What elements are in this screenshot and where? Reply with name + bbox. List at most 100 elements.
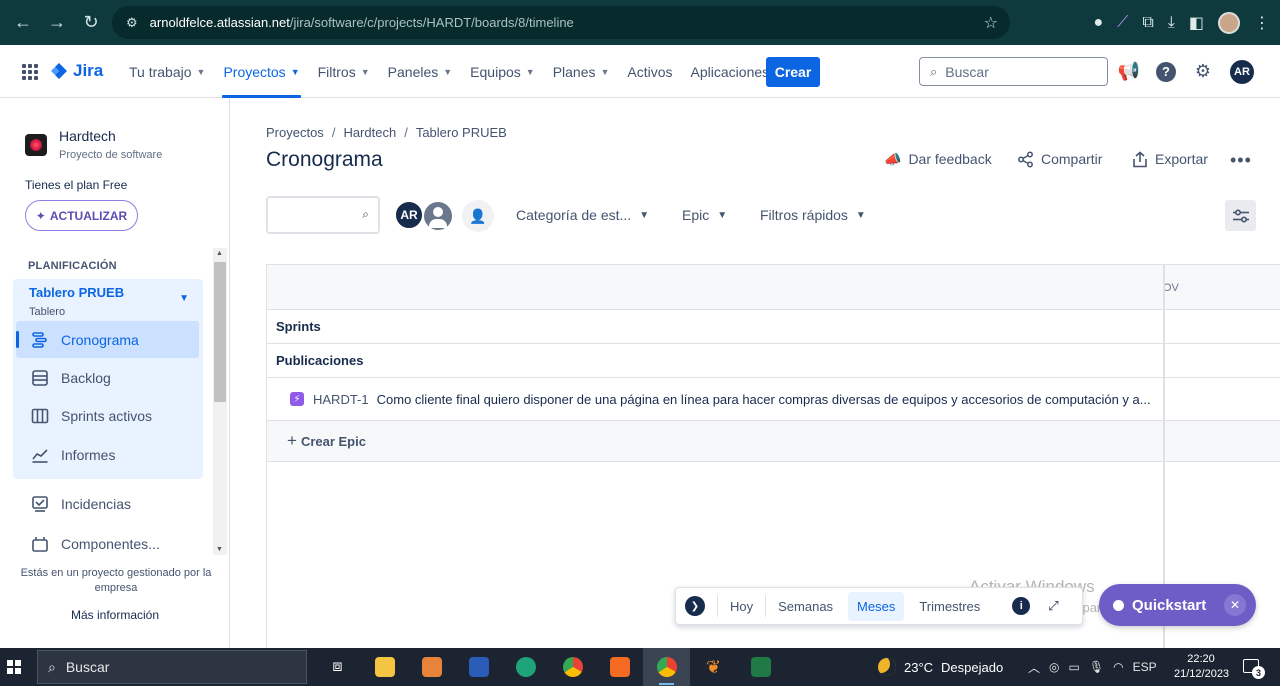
page-title: Cronograma [266, 148, 383, 171]
edge-icon[interactable] [502, 648, 549, 686]
task-view-icon[interactable]: ⧈ [314, 648, 361, 686]
extension-icon[interactable]: ● [1093, 14, 1103, 32]
issue-key[interactable]: HARDT-1 [313, 392, 369, 407]
sidebar-item-informes[interactable]: Informes [16, 436, 199, 473]
feather-extension-icon[interactable]: ⟋ [1117, 14, 1128, 32]
add-people-icon[interactable]: 👤 [462, 200, 494, 232]
info-icon[interactable]: i [1012, 597, 1031, 615]
scroll-down-icon[interactable]: ▼ [216, 546, 223, 553]
forward-icon[interactable]: → [40, 12, 74, 33]
language-indicator[interactable]: ESP [1133, 660, 1157, 674]
releases-row[interactable]: Publicaciones [267, 344, 1280, 378]
feedback-button[interactable]: 📣 Dar feedback [884, 148, 992, 170]
chevron-up-icon[interactable]: ︿ [1028, 659, 1040, 676]
nav-tu-trabajo[interactable]: Tu trabajo ▼ [120, 45, 214, 98]
chevron-right-icon[interactable]: ❯ [685, 596, 705, 616]
close-icon[interactable]: ✕ [1224, 594, 1246, 616]
chrome-icon[interactable] [549, 648, 596, 686]
today-button[interactable]: Hoy [721, 592, 762, 621]
side-panel-icon[interactable]: ◧ [1189, 13, 1204, 33]
nav-activos[interactable]: Activos [618, 45, 681, 98]
camera-icon[interactable]: ◎ [1049, 660, 1059, 674]
media-player-icon[interactable] [408, 648, 455, 686]
board-name[interactable]: Tablero PRUEB [29, 285, 124, 300]
search-icon: ⌕ [930, 63, 938, 79]
nav-proyectos[interactable]: Proyectos ▼ [214, 45, 308, 98]
download-icon[interactable]: ⤓ [1168, 14, 1175, 32]
issue-summary[interactable]: Como cliente final quiero disponer de un… [377, 392, 1151, 407]
sidebar-item-sprints-activos[interactable]: Sprints activos [16, 397, 199, 434]
settings-gear-icon[interactable]: ⚙ [1192, 61, 1214, 83]
user-avatar-filter[interactable]: AR [394, 200, 424, 230]
nav-equipos[interactable]: Equipos ▼ [461, 45, 544, 98]
epic-filter[interactable]: Epic ▼ [682, 207, 727, 223]
default-user-avatar[interactable] [422, 200, 454, 232]
notification-center-icon[interactable]: 3 [1243, 659, 1265, 679]
network-device-icon[interactable]: ▭ [1069, 660, 1080, 674]
chevron-down-icon[interactable]: ▼ [179, 293, 189, 304]
profile-avatar[interactable] [1218, 11, 1240, 34]
quickstart-button[interactable]: Quickstart ✕ [1099, 584, 1256, 626]
expand-icon[interactable]: ⤢ [1048, 598, 1058, 614]
scroll-up-icon[interactable]: ▲ [216, 250, 223, 257]
weeks-button[interactable]: Semanas [769, 592, 842, 621]
scrollbar-thumb[interactable] [214, 262, 226, 402]
view-settings-button[interactable] [1225, 200, 1256, 231]
wifi-icon[interactable]: ◠ [1113, 660, 1123, 674]
butterfly-app-icon[interactable]: ❦ [690, 648, 737, 686]
app-switcher-icon[interactable] [22, 64, 38, 80]
sidebar-scrollbar[interactable]: ▲ ▼ [213, 248, 227, 555]
project-name[interactable]: Hardtech [59, 128, 116, 144]
share-button[interactable]: Compartir [1017, 148, 1102, 170]
sidebar-item-cronograma[interactable]: Cronograma [16, 321, 199, 358]
breadcrumb-item[interactable]: Proyectos [266, 125, 324, 140]
create-button[interactable]: Crear [766, 57, 820, 87]
nav-label: Activos [627, 63, 673, 80]
create-epic-button[interactable]: + Crear Epic [267, 421, 1280, 462]
nav-planes[interactable]: Planes ▼ [544, 45, 619, 98]
sprints-row[interactable]: Sprints [267, 310, 1280, 344]
quarters-button[interactable]: Trimestres [910, 592, 989, 621]
chrome-active-icon[interactable] [643, 648, 690, 686]
word-icon[interactable] [455, 648, 502, 686]
epic-row[interactable]: ⚡ HARDT-1 Como cliente final quiero disp… [267, 378, 1280, 421]
status-category-filter[interactable]: Categoría de est... ▼ [516, 207, 649, 223]
extensions-puzzle-icon[interactable]: ⧉ [1142, 14, 1153, 32]
bookmark-star-icon[interactable]: ☆ [984, 13, 998, 33]
excel-icon[interactable] [737, 648, 784, 686]
address-bar[interactable]: ⚙ arnoldfelce.atlassian.net/jira/softwar… [112, 6, 1010, 39]
file-explorer-icon[interactable] [361, 648, 408, 686]
notifications-megaphone-icon[interactable]: 📢 [1118, 61, 1140, 83]
global-search-input[interactable]: ⌕ Buscar [919, 57, 1108, 86]
quick-filters[interactable]: Filtros rápidos ▼ [760, 207, 866, 223]
weather-widget[interactable]: 23°C Despejado [878, 648, 1003, 686]
user-avatar[interactable]: AR [1230, 59, 1254, 84]
more-info-link[interactable]: Más información [0, 608, 230, 622]
chrome-menu-icon[interactable]: ⋮ [1254, 13, 1270, 33]
microphone-icon[interactable]: 🎙 [1089, 660, 1104, 674]
nav-label: Equipos [470, 63, 521, 80]
more-options-icon[interactable]: ••• [1230, 150, 1252, 171]
sidebar-item-componentes[interactable]: Componentes... [16, 525, 199, 562]
nav-paneles[interactable]: Paneles ▼ [379, 45, 462, 98]
breadcrumb-item[interactable]: Tablero PRUEB [416, 125, 507, 140]
sidebar-item-incidencias[interactable]: Incidencias [16, 485, 199, 522]
taskbar-clock[interactable]: 22:20 21/12/2023 [1174, 652, 1229, 682]
back-icon[interactable]: ← [6, 12, 40, 33]
export-button[interactable]: Exportar [1132, 148, 1208, 170]
chevron-down-icon: ▼ [443, 66, 453, 77]
nav-filtros[interactable]: Filtros ▼ [309, 45, 379, 98]
help-icon[interactable]: ? [1156, 61, 1176, 82]
upgrade-button[interactable]: ✦ ACTUALIZAR [25, 200, 138, 231]
taskbar-search[interactable]: ⌕ Buscar [37, 650, 307, 684]
board-search-input[interactable]: ⌕ [266, 196, 380, 234]
reload-icon[interactable]: ↻ [74, 12, 108, 33]
months-button[interactable]: Meses [848, 591, 905, 621]
xampp-icon[interactable] [596, 648, 643, 686]
sidebar-item-backlog[interactable]: Backlog [16, 359, 199, 396]
managed-project-note: Estás en un proyecto gestionado por la e… [20, 567, 212, 594]
site-settings-icon[interactable]: ⚙ [126, 15, 138, 31]
jira-logo[interactable]: Jira [50, 61, 103, 81]
windows-start-icon[interactable] [7, 660, 21, 674]
breadcrumb-item[interactable]: Hardtech [343, 125, 396, 140]
